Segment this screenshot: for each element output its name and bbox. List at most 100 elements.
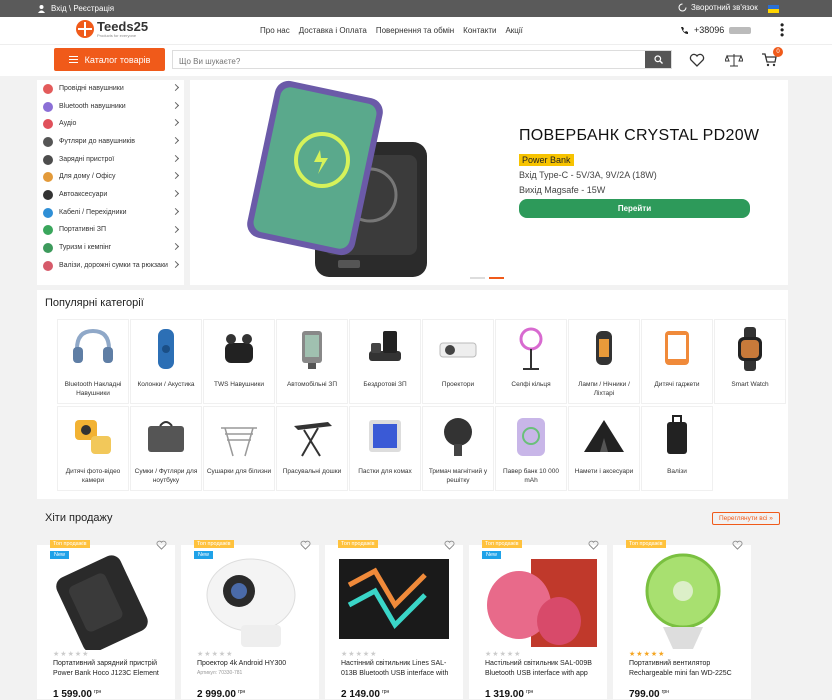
category-tile[interactable]: Автомобільні ЗП: [276, 319, 348, 404]
sidebar-item-label: Туризм і кемпінг: [59, 244, 112, 252]
laptop-bag-icon: [148, 421, 184, 452]
category-icon: [43, 207, 53, 218]
product-card[interactable]: Топ продажів New ★ ★ ★ ★ ★ Настільний світильни…: [469, 540, 607, 700]
product-name[interactable]: Портативний вентилятор Rechargeable mini…: [629, 659, 749, 679]
category-icon: [43, 189, 53, 200]
category-tile[interactable]: Лампи / Нічники / Ліхтарі: [568, 319, 640, 404]
category-icon: [43, 154, 53, 165]
category-tile[interactable]: Валізи: [641, 406, 713, 491]
category-label: Бездротові ЗП: [363, 381, 407, 388]
product-image: [339, 559, 449, 639]
sidebar-item-label: Для дому / Офісу: [59, 173, 116, 181]
category-tile[interactable]: Селфі кільця: [495, 319, 567, 404]
login-link[interactable]: Вхід \ Реєстрація: [38, 4, 114, 13]
product-name[interactable]: Портативний зарядний пристрій Power Bank…: [53, 659, 173, 679]
ring-light-icon: [519, 327, 543, 370]
category-tile[interactable]: Smart Watch: [714, 319, 786, 404]
callback-link[interactable]: Зворотний зв'язок: [678, 3, 758, 12]
product-name[interactable]: Проектор 4k Android HY300: [197, 659, 317, 669]
category-tile[interactable]: Сушарки для білизни: [203, 406, 275, 491]
sidebar-item[interactable]: Аудіо: [37, 115, 184, 133]
logo[interactable]: Teeds25 Products for everyone: [76, 20, 148, 38]
nav-promo[interactable]: Акції: [505, 26, 522, 35]
sidebar-item[interactable]: Валізи, дорожні сумки та рюкзаки: [37, 257, 184, 275]
sidebar-item[interactable]: Провідні навушники: [37, 80, 184, 98]
sidebar-item[interactable]: Кабелі / Перехідники: [37, 204, 184, 222]
kids-gadget-icon: [665, 331, 689, 365]
search-button[interactable]: [645, 51, 671, 68]
rating-star-icon: ★: [197, 651, 204, 658]
nav-delivery[interactable]: Доставка і Оплата: [299, 26, 367, 35]
product-name[interactable]: Настінний світильник Lines SAL-013B Blue…: [341, 659, 461, 679]
product-card[interactable]: Топ продажів ★ ★ ★ ★ ★ Портативний вентилятор …: [613, 540, 751, 700]
category-tile[interactable]: Прасувальні дошки: [276, 406, 348, 491]
product-name[interactable]: Настільний світильник SAL-009B Bluetooth…: [485, 659, 605, 679]
compare-icon[interactable]: [725, 53, 743, 67]
category-label: Павер банк 10 000 mAh: [502, 468, 559, 484]
projector-icon: [439, 342, 477, 358]
chevron-right-icon: [171, 172, 180, 180]
main-nav: Про нас Доставка і Оплата Повернення та …: [260, 26, 523, 35]
category-tile[interactable]: Bluetooth Накладні Навушники: [57, 319, 129, 404]
speaker-icon: [158, 329, 174, 369]
banner-dot-active[interactable]: [489, 277, 504, 279]
currency-label: грн: [661, 689, 669, 695]
category-icon: [43, 172, 53, 183]
category-tile[interactable]: TWS Навушники: [203, 319, 275, 404]
dryer-rack-icon: [221, 427, 257, 457]
category-label: Дитячі гаджети: [654, 381, 700, 388]
rating-star-icon: ★: [74, 651, 82, 658]
sidebar-item-label: Автоаксесуари: [59, 190, 108, 198]
category-tile[interactable]: Тримач магнітний у решітку: [422, 406, 494, 491]
sidebar-item[interactable]: Футляри до навушників: [37, 133, 184, 151]
category-label: Валізи: [667, 468, 687, 475]
category-label: Намети і аксесуари: [574, 468, 634, 475]
category-tile[interactable]: Пастки для комах: [349, 406, 421, 491]
banner-pagination: [470, 277, 504, 279]
chevron-right-icon: [171, 101, 180, 109]
rating-star-icon: ★: [629, 651, 636, 658]
watch-icon: [738, 327, 762, 371]
sidebar-item[interactable]: Зарядні пристрої: [37, 151, 184, 169]
sidebar-item[interactable]: Туризм і кемпінг: [37, 239, 184, 257]
hero-banner[interactable]: ПОВЕРБАНК CRYSTAL PD20W Power Bank Вхід …: [190, 80, 788, 285]
product-card[interactable]: Топ продажів New ★ ★ ★ ★ ★ Проектор 4k Android …: [181, 540, 319, 700]
category-label: Прасувальні дошки: [282, 468, 342, 475]
nav-contacts[interactable]: Контакти: [463, 26, 496, 35]
nav-returns[interactable]: Повернення та обмін: [376, 26, 454, 35]
phone[interactable]: +38096: [680, 25, 752, 35]
currency-label: грн: [381, 689, 390, 695]
sidebar-item[interactable]: Портативні ЗП: [37, 222, 184, 240]
more-menu-icon[interactable]: • • •: [780, 19, 784, 41]
chevron-right-icon: [171, 119, 180, 127]
product-card[interactable]: Топ продажів ★ ★ ★ ★ ★ Настінний світильник Li…: [325, 540, 463, 700]
category-tile[interactable]: Сумки / Футляри для ноутбуку: [130, 406, 202, 491]
category-label: Автомобільні ЗП: [286, 381, 338, 388]
catalog-button[interactable]: Каталог товарів: [54, 48, 165, 71]
category-tile[interactable]: Дитячі фото-відео камери: [57, 406, 129, 491]
category-tile[interactable]: Колонки / Акустика: [130, 319, 202, 404]
sidebar-item[interactable]: Bluetooth навушники: [37, 98, 184, 116]
banner-go-button[interactable]: Перейти: [519, 199, 750, 218]
search-input[interactable]: [173, 53, 643, 70]
category-tile[interactable]: Павер банк 10 000 mAh: [495, 406, 567, 491]
category-label: Лампи / Нічники / Ліхтарі: [578, 381, 630, 397]
see-all-button[interactable]: Переглянути всі »: [712, 512, 780, 525]
sidebar-item[interactable]: Автоаксесуари: [37, 186, 184, 204]
nav-about[interactable]: Про нас: [260, 26, 290, 35]
rating-star-icon: ★: [53, 651, 60, 658]
category-tile[interactable]: Бездротові ЗП: [349, 319, 421, 404]
search-row: Каталог товарів 0: [0, 45, 832, 76]
category-icon: [43, 119, 53, 130]
product-card[interactable]: Топ продажів New ★ ★ ★ ★ ★ Портативний зарядний…: [37, 540, 175, 700]
wishlist-icon[interactable]: [689, 53, 705, 67]
banner-dot[interactable]: [470, 277, 485, 279]
category-icon: [43, 101, 53, 112]
sidebar-item[interactable]: Для дому / Офісу: [37, 168, 184, 186]
language-flag-icon[interactable]: [768, 5, 779, 13]
callback-label: Зворотний зв'язок: [691, 3, 758, 12]
category-tile[interactable]: Намети і аксесуари: [568, 406, 640, 491]
banner-tag: Power Bank: [519, 154, 574, 166]
category-tile[interactable]: Проектори: [422, 319, 494, 404]
category-tile[interactable]: Дитячі гаджети: [641, 319, 713, 404]
